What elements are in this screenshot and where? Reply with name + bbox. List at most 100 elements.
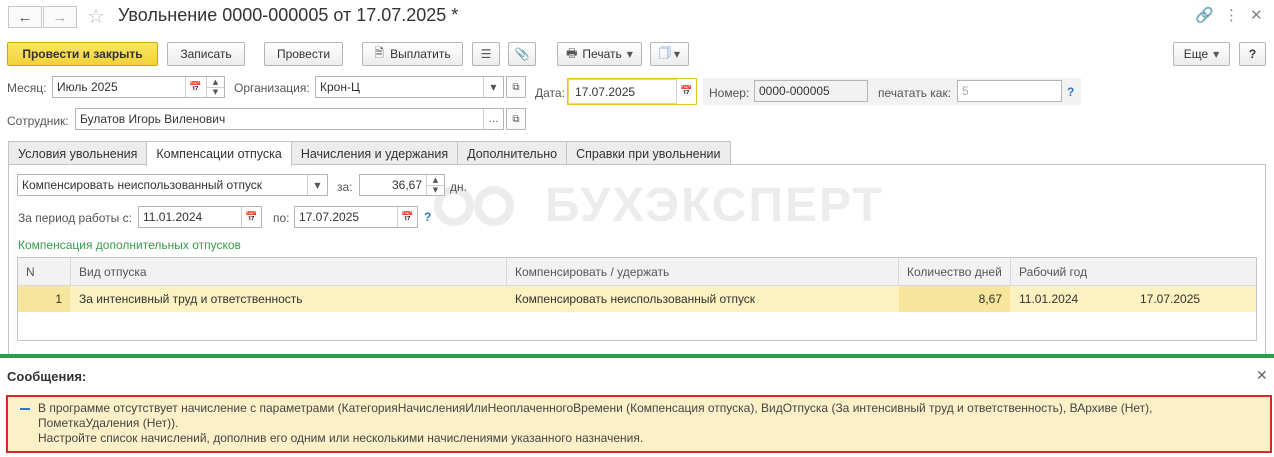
period-help-icon[interactable]: ?	[424, 210, 431, 224]
date-label: Дата:	[535, 86, 565, 100]
table-cell-action[interactable]: Компенсировать неиспользованный отпуск	[507, 286, 899, 312]
forward-button[interactable]: →	[43, 6, 77, 28]
print-button[interactable]: 🖶 Печать ▼	[557, 42, 642, 66]
favorite-star-icon[interactable]: ☆	[87, 4, 105, 28]
tab-certificates[interactable]: Справки при увольнении	[566, 141, 731, 165]
month-label: Месяц:	[7, 81, 47, 95]
organization-label: Организация:	[234, 81, 310, 95]
period-from-value: 11.01.2024	[143, 210, 203, 224]
back-button[interactable]: ←	[8, 6, 42, 28]
paperclip-icon: 📎	[514, 47, 530, 61]
chevron-down-icon: ▼	[626, 49, 633, 59]
additional-vacations-table[interactable]: N Вид отпуска Компенсировать / удержать …	[17, 257, 1257, 341]
employee-label: Сотрудник:	[7, 114, 69, 128]
number-field[interactable]: 0000-000005	[754, 80, 868, 102]
arrow-left-icon: ←	[17, 8, 33, 26]
open-icon: ⧉	[512, 81, 520, 93]
compensation-type-value: Компенсировать неиспользованный отпуск	[22, 178, 263, 192]
calendar-icon[interactable]: 📅	[397, 207, 417, 227]
tab-additional[interactable]: Дополнительно	[457, 141, 568, 165]
period-to-value: 17.07.2025	[299, 210, 360, 224]
number-help-icon[interactable]: ?	[1067, 85, 1074, 99]
printer-icon: 🖶	[566, 45, 578, 60]
journal-button[interactable]: ☰	[472, 42, 500, 66]
calendar-icon[interactable]: 📅	[241, 207, 261, 227]
period-from-field[interactable]: 11.01.2024 📅	[138, 206, 262, 228]
days-unit: дн.	[450, 180, 467, 194]
period-from-label: За период работы с:	[18, 211, 132, 225]
open-icon: ⧉	[512, 113, 520, 125]
close-messages-icon[interactable]: ✕	[1256, 368, 1268, 384]
column-header-year[interactable]: Рабочий год	[1011, 258, 1256, 286]
for-label: за:	[337, 180, 353, 194]
more-vertical-icon[interactable]: ⋮	[1224, 6, 1239, 24]
messages-divider	[0, 354, 1274, 358]
create-based-icon: 🗍	[658, 45, 671, 60]
column-header-kind[interactable]: Вид отпуска	[71, 258, 507, 286]
arrow-right-icon: →	[52, 8, 68, 26]
print-as-label: печатать как:	[878, 86, 952, 100]
month-field[interactable]: Июль 2025 📅 ▲ ▼	[52, 76, 225, 98]
organization-field[interactable]: Крон-Ц ▼	[315, 76, 504, 98]
message-line-1: В программе отсутствует начисление с пар…	[38, 401, 1153, 415]
more-button[interactable]: Еще ▼	[1173, 42, 1230, 66]
watermark-text: БУХЭКСПЕРТ	[545, 179, 884, 232]
help-button[interactable]: ?	[1239, 42, 1266, 66]
window-title: Увольнение 0000-000005 от 17.07.2025 *	[118, 5, 459, 25]
attach-button[interactable]: 📎	[508, 42, 536, 66]
number-label: Номер:	[709, 86, 750, 100]
days-field[interactable]: 36,67 ▲ ▼	[359, 174, 445, 196]
period-to-label: по:	[273, 211, 290, 225]
table-cell-kind[interactable]: За интенсивный труд и ответственность	[71, 286, 507, 312]
compensation-type-select[interactable]: Компенсировать неиспользованный отпуск ▼	[17, 174, 328, 196]
close-icon[interactable]: ✕	[1250, 6, 1263, 24]
open-organization-button[interactable]: ⧉	[506, 76, 526, 98]
messages-title: Сообщения:	[7, 369, 87, 384]
chevron-down-icon: ▼	[673, 49, 681, 59]
month-stepper[interactable]: ▲ ▼	[206, 77, 224, 97]
column-header-n[interactable]: N	[18, 258, 71, 286]
tab-bar: Условия увольнения Компенсации отпуска Н…	[8, 141, 731, 166]
days-stepper[interactable]: ▲ ▼	[426, 175, 444, 195]
message-text: В программе отсутствует начисление с пар…	[38, 401, 1258, 446]
calendar-icon[interactable]: 📅	[676, 79, 696, 104]
date-field[interactable]: 17.07.2025 📅	[567, 78, 697, 105]
message-line-3: Настройте список начислений, дополнив ег…	[38, 431, 644, 445]
more-button-label: Еще	[1183, 47, 1209, 61]
save-button[interactable]: Записать	[167, 42, 245, 66]
tab-dismissal-conditions[interactable]: Условия увольнения	[8, 141, 148, 165]
post-button[interactable]: Провести	[264, 42, 343, 66]
list-icon: ☰	[480, 47, 492, 61]
chevron-down-icon: ▼	[1213, 49, 1220, 59]
select-ellipsis-icon[interactable]: …	[483, 109, 503, 129]
employee-value: Булатов Игорь Виленович	[80, 112, 226, 126]
message-marker-icon	[20, 408, 30, 410]
organization-value: Крон-Ц	[320, 80, 360, 94]
create-based-on-button[interactable]: 🗍 ▼	[650, 42, 689, 66]
date-value: 17.07.2025	[575, 84, 636, 99]
table-cell-year-from[interactable]: 11.01.2024	[1011, 286, 1132, 312]
calendar-icon[interactable]: 📅	[185, 77, 205, 97]
section-title: Компенсация дополнительных отпусков	[18, 238, 241, 252]
print-as-field[interactable]: 5	[957, 80, 1062, 102]
table-cell-year-to[interactable]: 17.07.2025	[1132, 286, 1256, 312]
month-value: Июль 2025	[57, 80, 118, 94]
column-header-days[interactable]: Количество дней	[899, 258, 1011, 286]
watermark-logo-icon	[434, 186, 514, 226]
period-to-field[interactable]: 17.07.2025 📅	[294, 206, 418, 228]
message-item[interactable]: В программе отсутствует начисление с пар…	[6, 395, 1272, 453]
post-and-close-button[interactable]: Провести и закрыть	[7, 42, 158, 66]
tab-vacation-compensation[interactable]: Компенсации отпуска	[146, 141, 292, 166]
employee-field[interactable]: Булатов Игорь Виленович …	[75, 108, 504, 130]
link-icon[interactable]: 🔗	[1195, 6, 1214, 24]
table-cell-days[interactable]: 8,67	[899, 286, 1011, 312]
days-value: 36,67	[391, 178, 422, 192]
column-header-action[interactable]: Компенсировать / удержать	[507, 258, 899, 286]
chevron-down-icon[interactable]: ▼	[483, 77, 503, 97]
table-cell-n[interactable]: 1	[18, 286, 71, 312]
chevron-down-icon[interactable]: ▼	[307, 175, 327, 195]
pay-button[interactable]: 🗎 Выплатить	[362, 42, 463, 66]
open-employee-button[interactable]: ⧉	[506, 108, 526, 130]
message-line-2: ПометкаУдаления (Нет)).	[38, 416, 179, 430]
tab-accruals-deductions[interactable]: Начисления и удержания	[290, 141, 459, 165]
